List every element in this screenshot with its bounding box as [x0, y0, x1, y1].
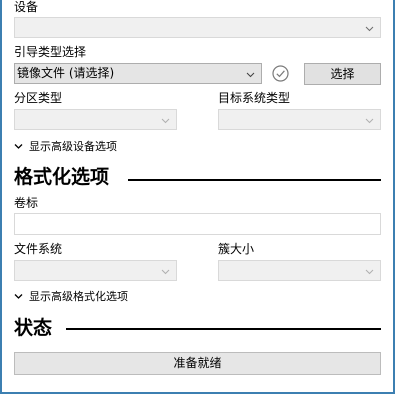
chevron-down-icon [365, 269, 374, 275]
format-options-heading: 格式化选项 [14, 166, 110, 188]
cluster-size-label: 簇大小 [218, 242, 255, 256]
volume-label-label: 卷标 [14, 196, 39, 210]
chevron-down-icon [161, 269, 170, 275]
file-system-label: 文件系统 [14, 242, 63, 256]
select-image-button[interactable]: 选择 [304, 63, 381, 85]
advanced-format-options-toggle[interactable]: 显示高级格式化选项 [14, 290, 128, 303]
status-progress-bar: 准备就绪 [14, 352, 381, 375]
partition-scheme-dropdown[interactable] [14, 109, 177, 130]
advanced-drive-options-toggle[interactable]: 显示高级设备选项 [14, 140, 117, 153]
device-dropdown[interactable] [14, 17, 381, 38]
check-circle-icon[interactable] [271, 64, 290, 83]
chevron-down-icon [365, 26, 374, 32]
status-heading: 状态 [14, 317, 53, 339]
boot-selection-label: 引导类型选择 [14, 45, 87, 59]
chevron-down-icon [161, 118, 170, 124]
advanced-drive-options-label: 显示高级设备选项 [29, 140, 117, 153]
chevron-down-icon [365, 118, 374, 124]
device-label: 设备 [14, 0, 39, 14]
window-border-left [0, 0, 2, 394]
chevron-down-icon [246, 72, 255, 78]
format-options-divider [128, 179, 381, 181]
status-divider [66, 328, 381, 330]
partition-scheme-label: 分区类型 [14, 91, 63, 105]
target-system-dropdown[interactable] [218, 109, 381, 130]
status-progress-text: 准备就绪 [173, 356, 222, 370]
boot-selection-dropdown[interactable]: 镜像文件 (请选择) [14, 63, 262, 84]
boot-selection-value: 镜像文件 (请选择) [17, 66, 115, 80]
target-system-label: 目标系统类型 [218, 91, 291, 105]
file-system-dropdown[interactable] [14, 260, 177, 281]
volume-label-input[interactable] [14, 213, 381, 235]
chevron-down-icon [14, 293, 23, 299]
cluster-size-dropdown[interactable] [218, 260, 381, 281]
advanced-format-options-label: 显示高级格式化选项 [29, 290, 128, 303]
chevron-down-icon [14, 143, 23, 149]
